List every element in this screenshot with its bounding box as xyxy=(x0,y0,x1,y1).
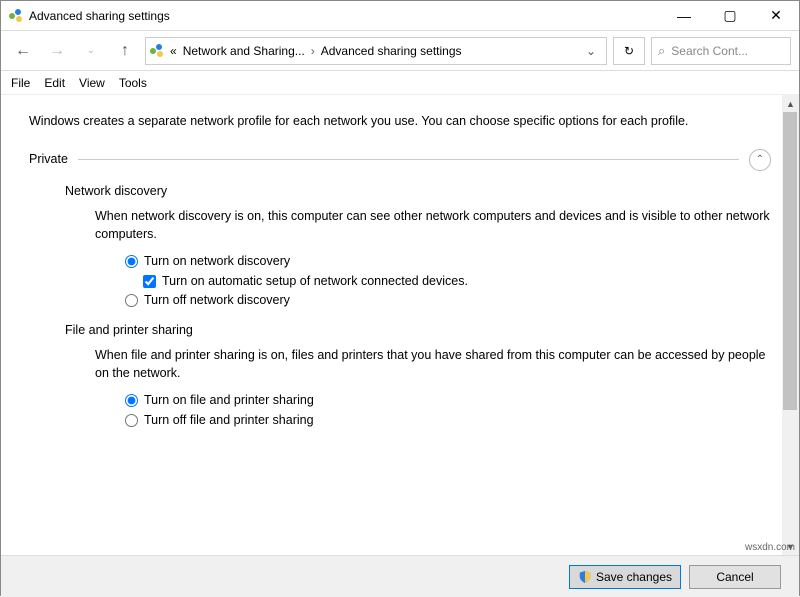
radio-nd-off-input[interactable] xyxy=(125,294,138,307)
breadcrumb-prefix: « xyxy=(170,44,177,58)
minimize-button[interactable]: — xyxy=(661,1,707,31)
radio-fps-on[interactable]: Turn on file and printer sharing xyxy=(125,392,771,410)
refresh-button[interactable]: ↻ xyxy=(613,37,645,65)
footer: Save changes Cancel xyxy=(1,555,799,597)
section-private-label: Private xyxy=(29,151,68,169)
network-discovery-desc: When network discovery is on, this compu… xyxy=(95,208,771,243)
subsection-file-printer-sharing: File and printer sharing xyxy=(65,322,771,340)
radio-nd-on-label: Turn on network discovery xyxy=(144,253,290,271)
chevron-right-icon[interactable]: › xyxy=(311,44,315,58)
content-area: Windows creates a separate network profi… xyxy=(1,95,799,555)
radio-fps-off-label: Turn off file and printer sharing xyxy=(144,412,314,430)
radio-fps-on-label: Turn on file and printer sharing xyxy=(144,392,314,410)
radio-fps-off[interactable]: Turn off file and printer sharing xyxy=(125,412,771,430)
network-discovery-label: Network discovery xyxy=(65,183,167,201)
section-private: Private ⌃ xyxy=(29,149,771,171)
forward-button[interactable]: → xyxy=(43,37,71,65)
search-placeholder: Search Cont... xyxy=(671,44,748,58)
vertical-scrollbar[interactable]: ▲ ▼ xyxy=(782,95,799,555)
save-changes-label: Save changes xyxy=(596,570,672,584)
radio-nd-on[interactable]: Turn on network discovery xyxy=(125,253,771,271)
divider xyxy=(78,159,739,160)
breadcrumb-current[interactable]: Advanced sharing settings xyxy=(321,44,462,58)
cancel-button[interactable]: Cancel xyxy=(689,565,781,589)
watermark: wsxdn.com xyxy=(745,542,795,553)
save-changes-button[interactable]: Save changes xyxy=(569,565,681,589)
back-button[interactable]: ← xyxy=(9,37,37,65)
menu-tools[interactable]: Tools xyxy=(119,76,147,90)
address-dropdown-button[interactable]: ⌄ xyxy=(580,44,602,58)
scroll-track[interactable] xyxy=(782,112,799,538)
fps-desc: When file and printer sharing is on, fil… xyxy=(95,347,771,382)
close-button[interactable]: ✕ xyxy=(753,1,799,31)
network-sharing-icon xyxy=(9,9,23,23)
search-icon: ⌕ xyxy=(658,43,665,59)
checkbox-nd-auto-input[interactable] xyxy=(143,275,156,288)
radio-nd-off-label: Turn off network discovery xyxy=(144,292,290,310)
radio-nd-off[interactable]: Turn off network discovery xyxy=(125,292,771,310)
collapse-toggle[interactable]: ⌃ xyxy=(749,149,771,171)
toolbar: ← → ⌄ ↑ « Network and Sharing... › Advan… xyxy=(1,31,799,71)
menu-file[interactable]: File xyxy=(11,76,30,90)
menu-edit[interactable]: Edit xyxy=(44,76,65,90)
fps-label: File and printer sharing xyxy=(65,322,193,340)
radio-fps-off-input[interactable] xyxy=(125,414,138,427)
network-sharing-icon xyxy=(150,44,164,58)
recent-locations-button[interactable]: ⌄ xyxy=(77,37,105,65)
cancel-label: Cancel xyxy=(716,570,753,584)
subsection-network-discovery: Network discovery xyxy=(65,183,771,201)
window-controls: — ▢ ✕ xyxy=(661,1,799,31)
titlebar: Advanced sharing settings — ▢ ✕ xyxy=(1,1,799,31)
address-bar[interactable]: « Network and Sharing... › Advanced shar… xyxy=(145,37,607,65)
radio-fps-on-input[interactable] xyxy=(125,394,138,407)
uac-shield-icon xyxy=(578,570,592,584)
checkbox-nd-auto-label: Turn on automatic setup of network conne… xyxy=(162,273,468,291)
intro-text: Windows creates a separate network profi… xyxy=(29,113,771,131)
menubar: File Edit View Tools xyxy=(1,71,799,95)
breadcrumb-parent[interactable]: Network and Sharing... xyxy=(183,44,305,58)
scroll-thumb[interactable] xyxy=(783,112,797,410)
search-box[interactable]: ⌕ Search Cont... xyxy=(651,37,791,65)
radio-nd-on-input[interactable] xyxy=(125,255,138,268)
up-button[interactable]: ↑ xyxy=(111,37,139,65)
scroll-up-icon[interactable]: ▲ xyxy=(782,95,799,112)
maximize-button[interactable]: ▢ xyxy=(707,1,753,31)
window-title: Advanced sharing settings xyxy=(29,9,661,23)
menu-view[interactable]: View xyxy=(79,76,105,90)
checkbox-nd-auto[interactable]: Turn on automatic setup of network conne… xyxy=(143,273,771,291)
